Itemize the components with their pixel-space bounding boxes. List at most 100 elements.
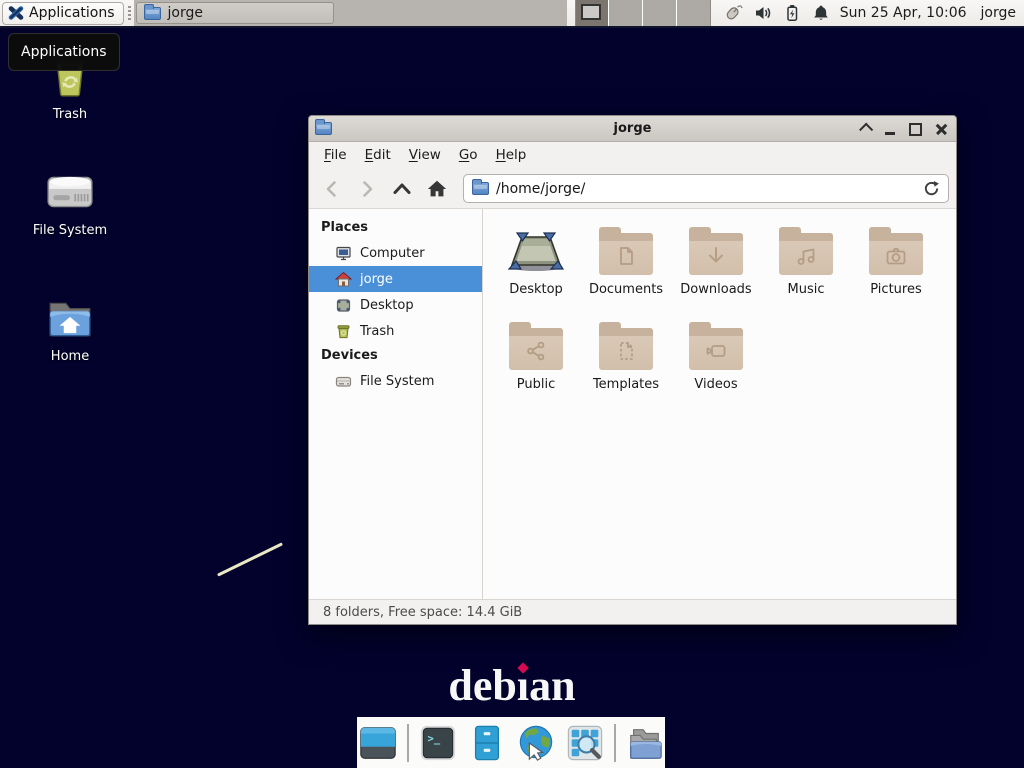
- places-header: Places: [309, 216, 482, 240]
- web-browser-launcher[interactable]: [516, 723, 556, 763]
- xfce-applications-icon: [8, 5, 24, 21]
- back-button[interactable]: [316, 175, 348, 203]
- dock-separator: [407, 724, 409, 762]
- window-taskbar: jorge: [134, 0, 567, 26]
- file-item-downloads[interactable]: Downloads: [671, 219, 761, 314]
- home-icon: [426, 178, 448, 200]
- file-label: Desktop: [509, 282, 563, 297]
- window-titlebar[interactable]: jorge: [309, 116, 956, 142]
- sidebar-item-file-system[interactable]: File System: [309, 368, 482, 394]
- forward-button[interactable]: [351, 175, 383, 203]
- file-item-desktop[interactable]: Desktop: [491, 219, 581, 314]
- folder-downloads-icon: [689, 233, 743, 275]
- folder-videos-icon: [689, 328, 743, 370]
- hard-drive-icon: [45, 168, 95, 218]
- file-item-documents[interactable]: Documents: [581, 219, 671, 314]
- top-panel: Applications jorge: [0, 0, 1024, 28]
- battery-charging-icon[interactable]: [783, 4, 801, 22]
- menu-help[interactable]: Help: [487, 142, 536, 169]
- minimize-button[interactable]: [883, 123, 896, 136]
- back-arrow-icon: [322, 179, 342, 199]
- status-text: 8 folders, Free space: 14.4 GiB: [323, 605, 522, 620]
- directory-menu-launcher[interactable]: [625, 723, 665, 763]
- file-view[interactable]: Desktop Documents: [483, 209, 956, 599]
- home-button[interactable]: [421, 175, 453, 203]
- desktop-icon-file-system[interactable]: File System: [22, 168, 118, 238]
- home-icon: [335, 271, 352, 288]
- debian-logo-text: deb: [448, 661, 516, 710]
- taskbar-button-label: jorge: [168, 5, 203, 21]
- folder-public-icon: [509, 328, 563, 370]
- devices-header: Devices: [309, 344, 482, 368]
- panel-clock[interactable]: Sun 25 Apr, 10:06: [840, 5, 967, 21]
- debian-wallpaper-logo: debıan: [0, 660, 1024, 711]
- file-label: Templates: [593, 377, 659, 392]
- panel-handle[interactable]: [128, 6, 131, 21]
- applications-menu-button[interactable]: Applications: [2, 2, 124, 25]
- shade-button[interactable]: [857, 123, 870, 136]
- workspace-2[interactable]: [608, 0, 642, 26]
- menu-go[interactable]: Go: [450, 142, 487, 169]
- file-label: Public: [517, 377, 555, 392]
- folder-icon: [144, 7, 161, 20]
- taskbar-button-jorge[interactable]: jorge: [136, 2, 334, 24]
- notifications-bell-icon[interactable]: [812, 4, 830, 22]
- input-device-icon[interactable]: [723, 4, 743, 22]
- desktop-icon-label: Trash: [53, 107, 87, 122]
- workspace-switcher[interactable]: [575, 0, 711, 26]
- show-desktop-button[interactable]: [358, 723, 398, 763]
- file-label: Downloads: [680, 282, 751, 297]
- side-pane: Places Computer jorge: [309, 209, 483, 599]
- terminal-launcher[interactable]: >_: [418, 723, 458, 763]
- up-button[interactable]: [386, 175, 418, 203]
- file-item-public[interactable]: Public: [491, 314, 581, 409]
- toolbar: /home/jorge/: [309, 169, 956, 209]
- up-arrow-icon: [391, 179, 413, 199]
- window-content: Places Computer jorge: [309, 209, 956, 599]
- svg-text:>_: >_: [427, 733, 440, 745]
- file-item-templates[interactable]: Templates: [581, 314, 671, 409]
- workspace-1[interactable]: [576, 0, 609, 26]
- sidebar-item-desktop[interactable]: Desktop: [309, 292, 482, 318]
- bottom-dock: >_: [357, 717, 665, 768]
- folder-documents-icon: [599, 233, 653, 275]
- sidebar-item-trash[interactable]: Trash: [309, 318, 482, 344]
- desktop-icon-home[interactable]: Home: [22, 294, 118, 364]
- application-finder-launcher[interactable]: [565, 723, 605, 763]
- file-cabinet-icon: [468, 724, 506, 762]
- folder-music-icon: [779, 233, 833, 275]
- file-item-music[interactable]: Music: [761, 219, 851, 314]
- folder-pictures-icon: [869, 233, 923, 275]
- desktop-icon-label: File System: [33, 223, 107, 238]
- app-finder-icon: [566, 724, 604, 762]
- sidebar-item-jorge[interactable]: jorge: [309, 266, 482, 292]
- menu-file[interactable]: File: [315, 142, 356, 169]
- file-item-pictures[interactable]: Pictures: [851, 219, 941, 314]
- applications-menu-label: Applications: [29, 5, 115, 21]
- status-bar: 8 folders, Free space: 14.4 GiB: [309, 599, 956, 624]
- path-text[interactable]: /home/jorge/: [496, 181, 916, 197]
- file-label: Music: [788, 282, 825, 297]
- sidebar-item-label: Desktop: [360, 298, 414, 313]
- desktop-icon-label: Home: [51, 349, 89, 364]
- volume-icon[interactable]: [754, 4, 772, 22]
- maximize-button[interactable]: [909, 123, 922, 136]
- trash-icon: [335, 323, 352, 340]
- reload-icon[interactable]: [923, 180, 940, 197]
- desktop-root: debıan Applications jorge: [0, 0, 1024, 768]
- sidebar-item-label: Computer: [360, 246, 425, 261]
- desktop-special-icon: [507, 229, 565, 275]
- workspace-3[interactable]: [642, 0, 676, 26]
- sidebar-item-computer[interactable]: Computer: [309, 240, 482, 266]
- panel-username[interactable]: jorge: [981, 5, 1016, 21]
- file-item-videos[interactable]: Videos: [671, 314, 761, 409]
- file-manager-launcher[interactable]: [467, 723, 507, 763]
- location-bar[interactable]: /home/jorge/: [463, 174, 949, 203]
- close-button[interactable]: [935, 123, 948, 136]
- window-controls: [857, 116, 948, 142]
- folder-icon: [472, 182, 489, 195]
- menu-edit[interactable]: Edit: [356, 142, 400, 169]
- file-label: Pictures: [870, 282, 921, 297]
- menu-view[interactable]: View: [400, 142, 450, 169]
- workspace-4[interactable]: [676, 0, 710, 26]
